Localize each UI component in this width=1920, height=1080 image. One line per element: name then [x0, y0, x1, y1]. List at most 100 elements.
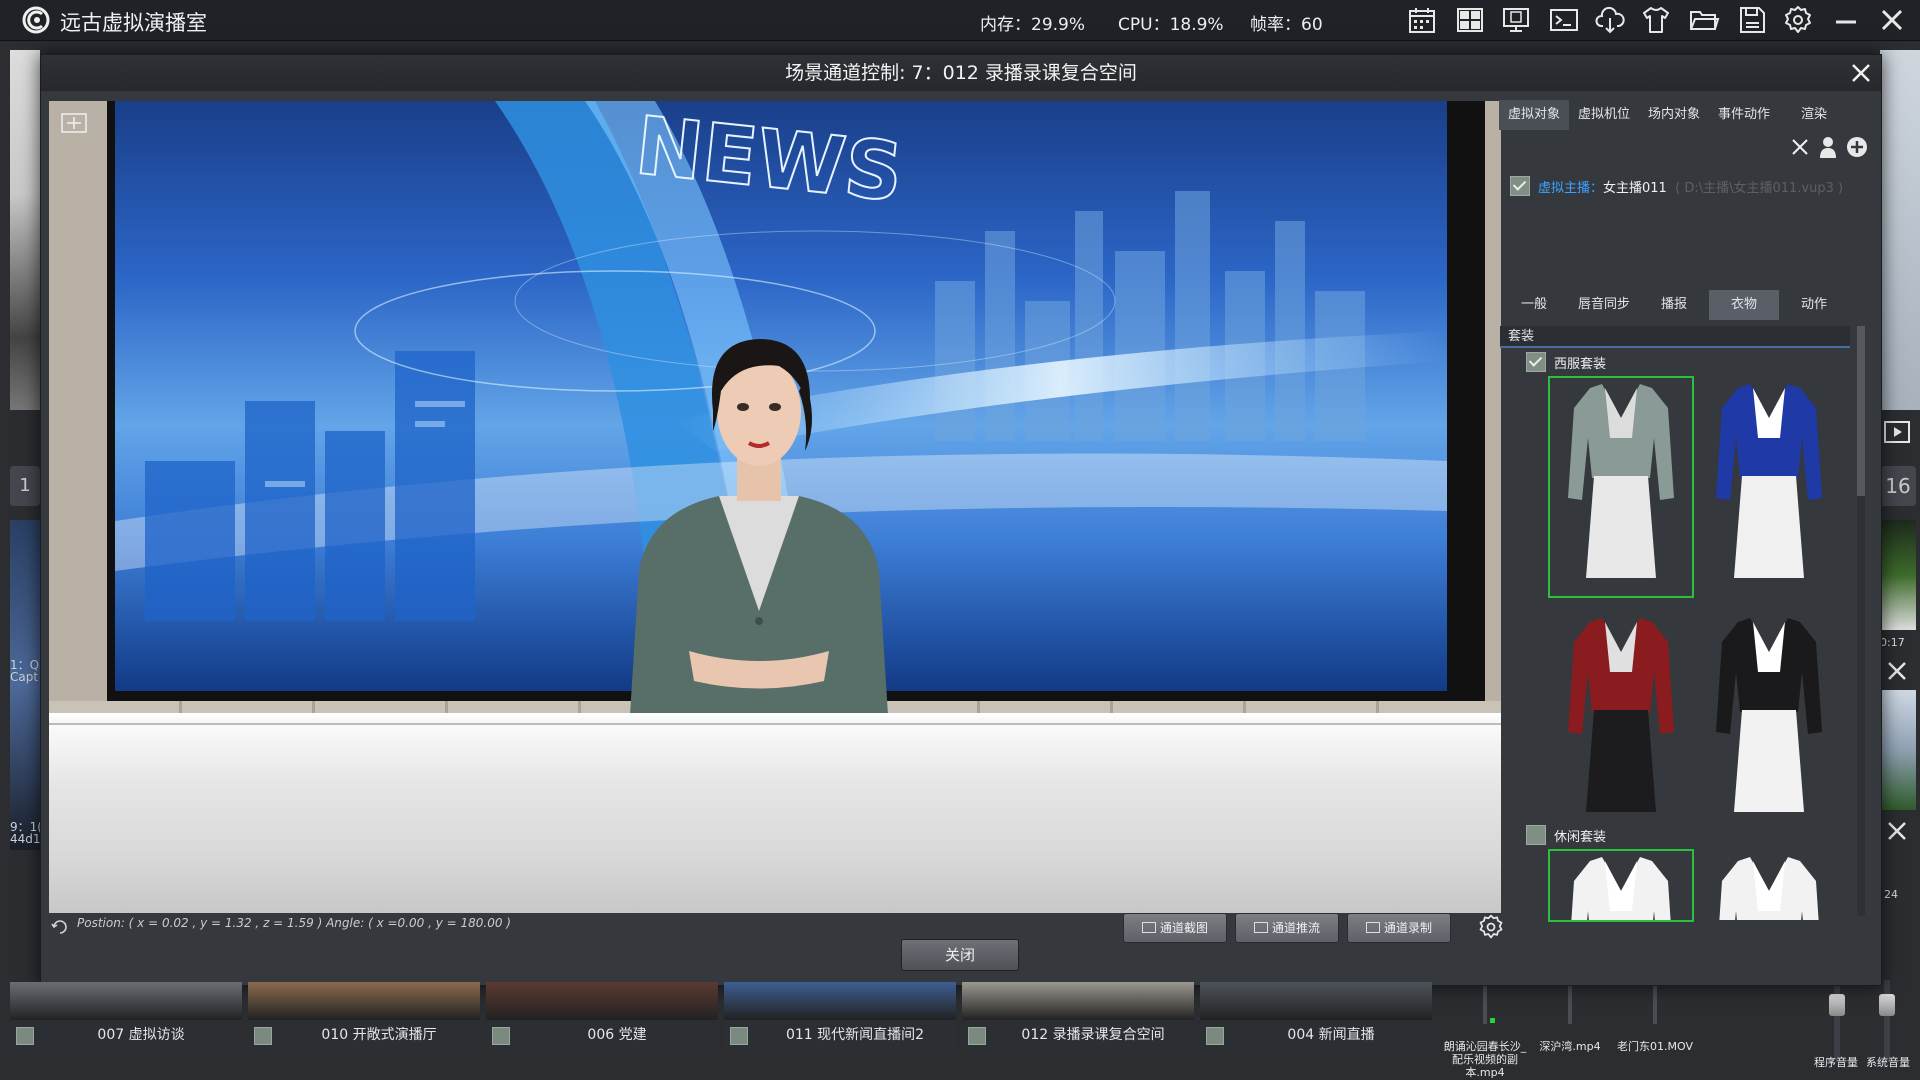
- subtab-4[interactable]: 动作: [1779, 290, 1849, 320]
- scene-thumbnail[interactable]: [10, 982, 242, 1020]
- scene-thumbnail[interactable]: [962, 982, 1194, 1020]
- program-volume-label: 程序音量: [1814, 1056, 1858, 1069]
- frame-rate: 帧率：60: [1250, 15, 1323, 35]
- audio-clip-label[interactable]: 朗诵沁园春长沙_配乐视频的副本.mp4: [1440, 1040, 1530, 1079]
- program-volume-slider[interactable]: [1834, 980, 1840, 1060]
- panel-scroll-thumb[interactable]: [1857, 326, 1865, 496]
- background-channel-number: 16: [1880, 466, 1916, 506]
- scene-checkbox[interactable]: [254, 1027, 272, 1045]
- scene-thumbnail[interactable]: [1200, 982, 1432, 1020]
- gear-icon[interactable]: [1782, 4, 1814, 36]
- channel-record-button[interactable]: 通道录制: [1347, 913, 1451, 943]
- background-preview-right-2: [1880, 520, 1916, 630]
- object-path: ( D:\主播\女主播011.vup3 ): [1675, 181, 1844, 196]
- scene-checkbox[interactable]: [492, 1027, 510, 1045]
- scene-thumbnail[interactable]: [248, 982, 480, 1020]
- scene-label: 012 录播录课复合空间: [1021, 1027, 1165, 1043]
- audio-active-indicator: [1490, 1018, 1495, 1023]
- background-preview-left: [10, 50, 40, 410]
- layout-icon[interactable]: [1454, 4, 1486, 36]
- outfit-item[interactable]: [1548, 849, 1694, 922]
- scene-label: 004 新闻直播: [1287, 1027, 1375, 1043]
- outfit-group-checkbox[interactable]: [1526, 825, 1546, 845]
- background-preview-right-3: [1880, 690, 1916, 810]
- tab-4[interactable]: 渲染: [1779, 100, 1849, 130]
- minimize-icon[interactable]: [1830, 4, 1862, 36]
- background-preview-right: [1880, 50, 1920, 410]
- monitor-icon[interactable]: [1500, 4, 1532, 36]
- close-button[interactable]: 关闭: [901, 939, 1019, 971]
- add-object-icon[interactable]: [1846, 136, 1868, 158]
- dialog-close-icon[interactable]: [1849, 61, 1873, 85]
- tab-1[interactable]: 虚拟机位: [1569, 100, 1639, 130]
- audio-clip-label[interactable]: 老门东01.MOV: [1610, 1040, 1700, 1053]
- person-icon[interactable]: [1817, 134, 1839, 160]
- terminal-icon[interactable]: [1548, 4, 1580, 36]
- audio-clip-marker: [1568, 982, 1572, 1024]
- anchor-visible-checkbox[interactable]: [1510, 176, 1530, 196]
- scene-checkbox[interactable]: [1206, 1027, 1224, 1045]
- dialog-title: 场景通道控制: 7：012 录播录课复合空间: [41, 55, 1881, 91]
- background-channel-number: 1: [10, 466, 40, 506]
- subtab-1[interactable]: 唇音同步: [1569, 290, 1639, 320]
- scene-item[interactable]: 006 党建: [486, 1020, 718, 1050]
- scene-item[interactable]: 004 新闻直播: [1200, 1020, 1432, 1050]
- scene-thumbnail[interactable]: [724, 982, 956, 1020]
- title-bar: [0, 0, 1920, 41]
- scene-checkbox[interactable]: [968, 1027, 986, 1045]
- close-icon[interactable]: [1882, 656, 1912, 686]
- audio-clip-label[interactable]: 深沪湾.mp4: [1525, 1040, 1615, 1053]
- outfit-item[interactable]: [1698, 851, 1840, 920]
- background-label: 0:17: [1880, 636, 1905, 649]
- reset-position-icon[interactable]: [51, 918, 69, 936]
- play-window-icon[interactable]: [1882, 418, 1912, 448]
- shirt-icon[interactable]: [1640, 4, 1672, 36]
- scene-viewport[interactable]: NEWS: [49, 101, 1501, 913]
- save-icon[interactable]: [1736, 4, 1768, 36]
- record-icon: [1365, 922, 1380, 933]
- remove-object-icon[interactable]: [1789, 136, 1811, 158]
- scene-label: 006 党建: [587, 1027, 647, 1043]
- cloud-download-icon[interactable]: [1594, 4, 1626, 36]
- scene-item[interactable]: 011 现代新闻直播间2: [724, 1020, 956, 1050]
- outfit-section-header: 套装: [1500, 326, 1850, 348]
- stream-label: 通道推流: [1271, 921, 1320, 935]
- position-readout: Postion: ( x = 0.02 , y = 1.32 , z = 1.5…: [77, 916, 511, 930]
- program-volume-knob[interactable]: [1829, 994, 1845, 1016]
- viewport-settings-icon[interactable]: [1477, 913, 1505, 941]
- subtab-3[interactable]: 衣物: [1709, 290, 1779, 320]
- subtab-0[interactable]: 一般: [1499, 290, 1569, 320]
- close-icon[interactable]: [1876, 4, 1908, 36]
- outfit-item[interactable]: [1698, 612, 1840, 830]
- scene-checkbox[interactable]: [16, 1027, 34, 1045]
- fit-frame-icon[interactable]: [59, 111, 89, 135]
- audio-clip-marker: [1483, 982, 1487, 1024]
- outfit-group-checkbox[interactable]: [1526, 352, 1546, 372]
- virtual-anchor[interactable]: [609, 321, 909, 731]
- channel-snapshot-button[interactable]: 通道截图: [1123, 913, 1227, 943]
- background-label: Capt: [10, 670, 39, 684]
- tab-2[interactable]: 场内对象: [1639, 100, 1709, 130]
- tab-0[interactable]: 虚拟对象: [1499, 100, 1569, 130]
- subtab-2[interactable]: 播报: [1639, 290, 1709, 320]
- channel-stream-button[interactable]: 通道推流: [1235, 913, 1339, 943]
- scene-item[interactable]: 012 录播录课复合空间: [962, 1020, 1194, 1050]
- close-icon[interactable]: [1882, 816, 1912, 846]
- scene-thumbnail[interactable]: [486, 982, 718, 1020]
- folder-icon[interactable]: [1688, 4, 1720, 36]
- outfit-item[interactable]: [1548, 376, 1694, 598]
- object-row[interactable]: 虚拟主播：女主播011 ( D:\主播\女主播011.vup3 ): [1538, 177, 1843, 196]
- system-volume-label: 系统音量: [1866, 1056, 1910, 1069]
- scene-label: 007 虚拟访谈: [97, 1027, 185, 1043]
- system-volume-slider[interactable]: [1884, 980, 1890, 1060]
- scene-item[interactable]: 007 虚拟访谈: [10, 1020, 242, 1050]
- scene-checkbox[interactable]: [730, 1027, 748, 1045]
- scene-item[interactable]: 010 开敞式演播厅: [248, 1020, 480, 1050]
- tab-3[interactable]: 事件动作: [1709, 100, 1779, 130]
- camera-icon: [1141, 922, 1156, 933]
- outfit-item[interactable]: [1550, 612, 1692, 830]
- system-volume-knob[interactable]: [1879, 994, 1895, 1016]
- app-logo-icon: [22, 6, 50, 34]
- calendar-icon[interactable]: [1406, 4, 1438, 36]
- outfit-item[interactable]: [1698, 378, 1840, 596]
